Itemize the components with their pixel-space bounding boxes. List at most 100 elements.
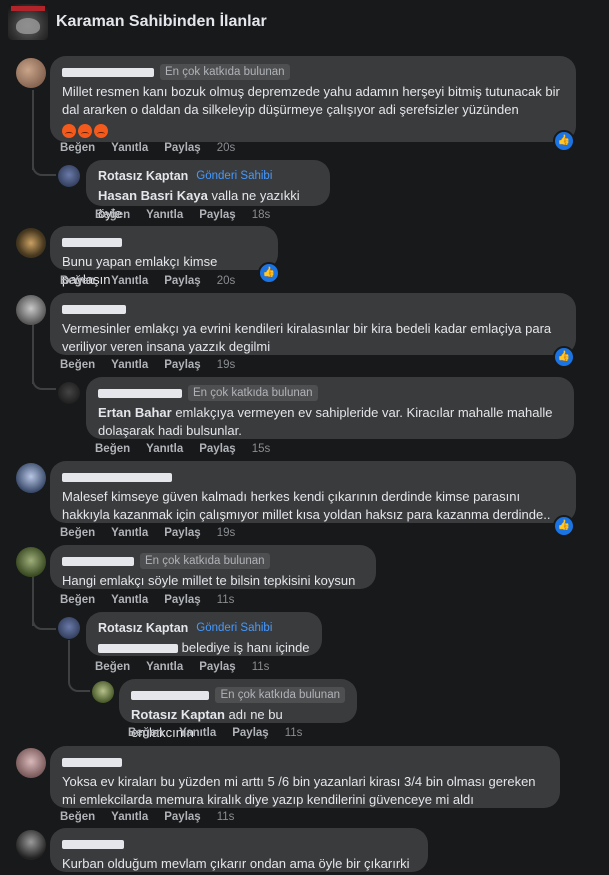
group-avatar[interactable] xyxy=(8,4,48,40)
like-reaction-icon[interactable]: 👍 xyxy=(258,262,280,284)
reply-button[interactable]: Yanıtla xyxy=(111,811,148,823)
avatar[interactable] xyxy=(92,681,114,703)
like-button[interactable]: Beğen xyxy=(128,727,163,739)
reply-button[interactable]: Yanıtla xyxy=(111,359,148,371)
mention-link[interactable]: Hasan Basri Kaya xyxy=(98,188,208,203)
like-button[interactable]: Beğen xyxy=(60,142,95,154)
timestamp[interactable]: 19s xyxy=(217,359,236,371)
comment-text: Kurban olduğum mevlam çıkarır ondan ama … xyxy=(62,856,410,871)
timestamp[interactable]: 15s xyxy=(252,443,271,455)
author-name-redacted[interactable] xyxy=(62,556,134,566)
reply-button[interactable]: Yanıtla xyxy=(111,275,148,287)
comment-actions: Beğen Yanıtla Paylaş 20s xyxy=(60,142,235,154)
avatar[interactable] xyxy=(58,617,80,639)
avatar[interactable] xyxy=(16,748,46,778)
reply-bubble: En çok katkıda bulunan Ertan Bahar emlak… xyxy=(86,377,574,439)
timestamp[interactable]: 11s xyxy=(217,811,235,823)
share-button[interactable]: Paylaş xyxy=(164,142,200,154)
share-button[interactable]: Paylaş xyxy=(164,359,200,371)
like-button[interactable]: Beğen xyxy=(95,443,130,455)
author-name-redacted[interactable] xyxy=(62,67,154,77)
like-button[interactable]: Beğen xyxy=(60,811,95,823)
timestamp[interactable]: 11s xyxy=(285,727,303,739)
top-fan-badge: En çok katkıda bulunan xyxy=(188,385,318,401)
comment-bubble: Bunu yapan emlakçı kimse paylaşın xyxy=(50,226,278,287)
timestamp[interactable]: 20s xyxy=(217,142,236,154)
author-name-redacted[interactable] xyxy=(62,757,122,767)
comment-text: Vermesinler emlakçı ya evrini kendileri … xyxy=(62,321,552,354)
share-button[interactable]: Paylaş xyxy=(164,275,200,287)
share-button[interactable]: Paylaş xyxy=(164,811,200,823)
comment-actions: Beğen Yanıtla Paylaş 11s xyxy=(128,727,302,739)
like-button[interactable]: Beğen xyxy=(60,527,95,539)
angry-emoji-icon xyxy=(78,123,92,138)
author-name-redacted[interactable] xyxy=(62,839,124,849)
share-button[interactable]: Paylaş xyxy=(232,727,268,739)
like-button[interactable]: Beğen xyxy=(60,594,95,606)
comment-actions: Beğen Yanıtla Paylaş 11s xyxy=(60,594,234,606)
comment-text: Malesef kimseye güven kalmadı herkes ken… xyxy=(62,489,551,522)
timestamp[interactable]: 11s xyxy=(252,661,270,673)
avatar[interactable] xyxy=(16,547,46,577)
like-button[interactable]: Beğen xyxy=(95,661,130,673)
avatar[interactable] xyxy=(58,382,80,404)
reply-button[interactable]: Yanıtla xyxy=(146,209,183,221)
share-button[interactable]: Paylaş xyxy=(164,594,200,606)
avatar[interactable] xyxy=(16,58,46,88)
comment-text: Hangi emlakçı söyle millet te bilsin tep… xyxy=(62,573,356,588)
comment-actions: Beğen Yanıtla Paylaş 18s xyxy=(95,209,270,221)
avatar[interactable] xyxy=(16,228,46,258)
mention-redacted[interactable] xyxy=(98,644,178,654)
share-button[interactable]: Paylaş xyxy=(199,661,235,673)
avatar[interactable] xyxy=(16,463,46,493)
like-reaction-icon[interactable]: 👍 xyxy=(553,346,575,368)
comment-actions: Beğen Yanıtla Paylaş 19s xyxy=(60,527,235,539)
timestamp[interactable]: 18s xyxy=(252,209,271,221)
author-name-redacted[interactable] xyxy=(98,388,182,398)
like-button[interactable]: Beğen xyxy=(60,275,95,287)
comment-bubble: En çok katkıda bulunan Hangi emlakçı söy… xyxy=(50,545,376,589)
mention-link[interactable]: Rotasız Kaptan xyxy=(131,707,225,722)
timestamp[interactable]: 20s xyxy=(217,275,236,287)
mention-link[interactable]: Ertan Bahar xyxy=(98,405,172,420)
comment-text: Yoksa ev kiraları bu yüzden mi arttı 5 /… xyxy=(62,774,536,807)
timestamp[interactable]: 19s xyxy=(217,527,236,539)
reply-button[interactable]: Yanıtla xyxy=(179,727,216,739)
avatar[interactable] xyxy=(16,295,46,325)
reply-button[interactable]: Yanıtla xyxy=(111,594,148,606)
reply-connector xyxy=(32,608,56,630)
like-button[interactable]: Beğen xyxy=(95,209,130,221)
reply-button[interactable]: Yanıtla xyxy=(146,661,183,673)
top-fan-badge: En çok katkıda bulunan xyxy=(160,64,290,80)
top-fan-badge: En çok katkıda bulunan xyxy=(215,687,345,703)
like-button[interactable]: Beğen xyxy=(60,359,95,371)
share-button[interactable]: Paylaş xyxy=(199,443,235,455)
angry-emoji-icon xyxy=(94,123,108,138)
group-header: Karaman Sahibinden İlanlar xyxy=(0,0,609,48)
reply-connector xyxy=(32,150,56,176)
author-name-redacted[interactable] xyxy=(62,237,122,247)
share-button[interactable]: Paylaş xyxy=(199,209,235,221)
author-name[interactable]: Rotasız Kaptan xyxy=(98,619,188,637)
author-name[interactable]: Rotasız Kaptan xyxy=(98,167,188,185)
comment-bubble: En çok katkıda bulunan Millet resmen kan… xyxy=(50,56,576,142)
avatar[interactable] xyxy=(58,165,80,187)
timestamp[interactable]: 11s xyxy=(217,594,235,606)
reply-connector xyxy=(68,666,90,692)
group-title[interactable]: Karaman Sahibinden İlanlar xyxy=(56,13,267,31)
reply-button[interactable]: Yanıtla xyxy=(111,142,148,154)
reply-button[interactable]: Yanıtla xyxy=(111,527,148,539)
reply-button[interactable]: Yanıtla xyxy=(146,443,183,455)
like-reaction-icon[interactable]: 👍 xyxy=(553,515,575,537)
op-badge: Gönderi Sahibi xyxy=(196,622,273,634)
author-name-redacted[interactable] xyxy=(62,472,172,482)
avatar[interactable] xyxy=(16,830,46,860)
reply-bubble: En çok katkıda bulunan Rotasız Kaptan ad… xyxy=(119,679,357,740)
comment-actions: Beğen Yanıtla Paylaş 15s xyxy=(95,443,270,455)
reply-bubble: Rotasız Kaptan Gönderi Sahibi belediye i… xyxy=(86,612,322,656)
author-name-redacted[interactable] xyxy=(62,304,126,314)
share-button[interactable]: Paylaş xyxy=(164,527,200,539)
like-reaction-icon[interactable]: 👍 xyxy=(553,130,575,152)
top-fan-badge: En çok katkıda bulunan xyxy=(140,553,270,569)
author-name-redacted[interactable] xyxy=(131,690,210,700)
